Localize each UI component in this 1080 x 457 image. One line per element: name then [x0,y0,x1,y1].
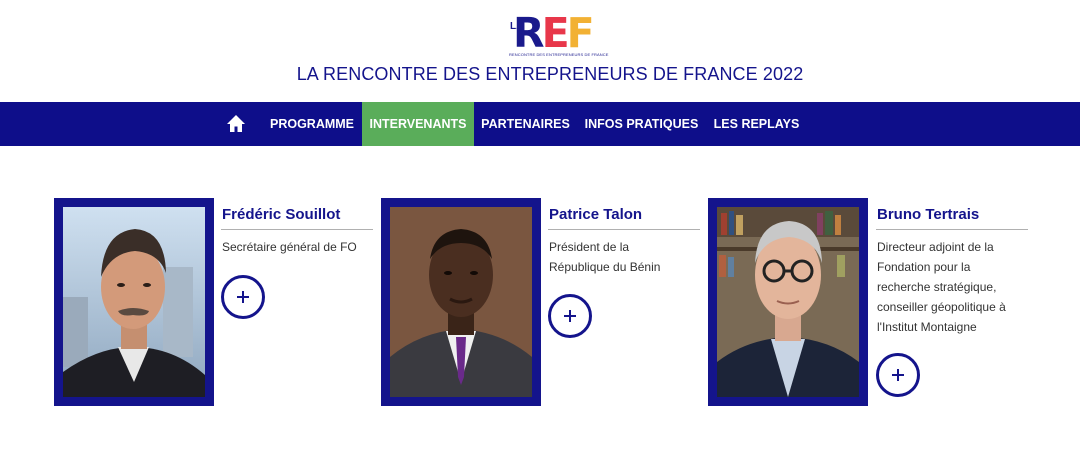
speaker-name[interactable]: Patrice Talon [549,206,642,223]
speaker-name[interactable]: Frédéric Souillot [222,206,340,223]
speaker-photo-frame[interactable] [54,198,214,406]
nav-item-les-replays[interactable]: LES REPLAYS [710,102,803,146]
nav-item-infos-pratiques[interactable]: INFOS PRATIQUES [581,102,702,146]
speaker-name[interactable]: Bruno Tertrais [877,206,979,223]
divider [221,229,373,230]
nav-item-intervenants[interactable]: INTERVENANTS [362,102,474,146]
expand-plus-icon[interactable] [221,275,265,319]
nav-item-programme[interactable]: PROGRAMME [265,102,359,146]
expand-plus-icon[interactable] [548,294,592,338]
logo-subtitle: RENCONTRE DES ENTREPRENEURS DE FRANCE [509,52,609,57]
divider [876,229,1028,230]
divider [548,229,700,230]
page-title: LA RENCONTRE DES ENTREPRENEURS DE FRANCE… [296,64,804,84]
main-navbar: PROGRAMME INTERVENANTS PARTENAIRES INFOS… [0,102,1080,146]
speaker-photo [390,207,532,397]
site-logo[interactable]: LA REF RENCONTRE DES ENTREPRENEURS DE FR… [509,9,609,58]
speaker-description: Directeur adjoint de la Fondation pour l… [877,240,1006,334]
speaker-description: Président de la République du Bénin [549,240,661,274]
nav-item-partenaires[interactable]: PARTENAIRES [478,102,573,146]
expand-plus-icon[interactable] [876,353,920,397]
speaker-photo [717,207,859,397]
speaker-description: Secrétaire général de FO [222,240,357,254]
speaker-photo [63,207,205,397]
speaker-photo-frame[interactable] [381,198,541,406]
logo-ref-text: REF [513,9,595,57]
home-icon[interactable] [226,114,246,134]
speaker-photo-frame[interactable] [708,198,868,406]
